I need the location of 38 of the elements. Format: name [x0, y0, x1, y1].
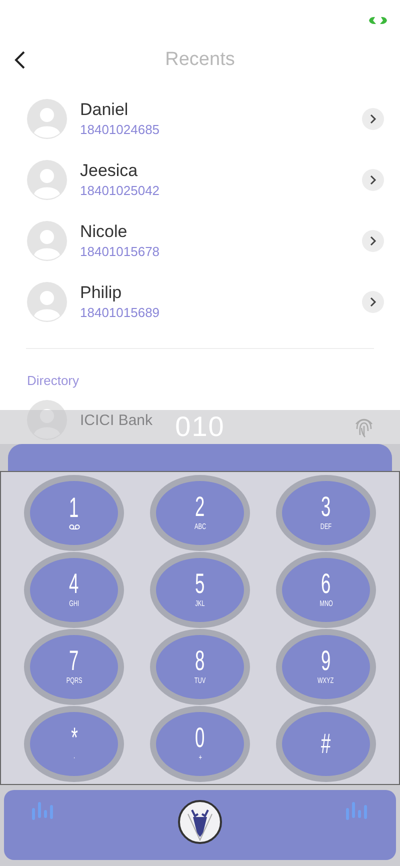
- back-icon[interactable]: [14, 51, 26, 69]
- dial-key[interactable]: 0 +: [150, 706, 250, 782]
- avatar-icon: [27, 220, 67, 260]
- chevron-icon[interactable]: [362, 108, 384, 130]
- section-label: Directory: [27, 373, 80, 388]
- screen-title: Recents: [165, 49, 235, 71]
- voicemail-icon: [68, 524, 80, 530]
- contact-name: Philip: [80, 282, 123, 304]
- contact-name: Daniel: [80, 98, 130, 120]
- dial-key[interactable]: * ·: [24, 706, 124, 782]
- avatar-icon: [27, 282, 67, 322]
- avatar-icon: [27, 160, 67, 200]
- dial-key[interactable]: 9 WXYZ: [276, 628, 376, 704]
- phone-number: 18401024685: [80, 120, 161, 138]
- waveform-icon: [346, 800, 368, 822]
- contact-name: Nicole: [80, 220, 128, 242]
- avatar-icon: [27, 98, 67, 138]
- dial-key[interactable]: 3 DEF: [276, 474, 376, 550]
- dial-key[interactable]: 1: [24, 474, 124, 550]
- dial-key[interactable]: 8 TUV: [150, 628, 250, 704]
- deer-logo-icon[interactable]: [178, 800, 222, 844]
- link-icon: [368, 16, 388, 24]
- waveform-icon: [32, 800, 54, 822]
- dial-key[interactable]: 7 PQRS: [24, 628, 124, 704]
- dial-key[interactable]: 5 JKL: [150, 552, 250, 628]
- dial-key[interactable]: 4 GHI: [24, 552, 124, 628]
- contact-name: Jeesica: [80, 160, 139, 182]
- dial-key[interactable]: 6 MNO: [276, 552, 376, 628]
- phone-number: 18401015678: [80, 242, 161, 260]
- avatar-icon: [27, 400, 67, 440]
- chevron-icon[interactable]: [362, 230, 384, 252]
- phone-number: 18401015689: [80, 304, 161, 322]
- contact-name: ICICI Bank: [80, 412, 153, 428]
- chevron-icon[interactable]: [362, 290, 384, 312]
- dial-key[interactable]: #: [276, 706, 376, 782]
- dial-key[interactable]: 2 ABC: [150, 474, 250, 550]
- phone-number: 18401025042: [80, 182, 161, 200]
- chevron-icon[interactable]: [362, 168, 384, 190]
